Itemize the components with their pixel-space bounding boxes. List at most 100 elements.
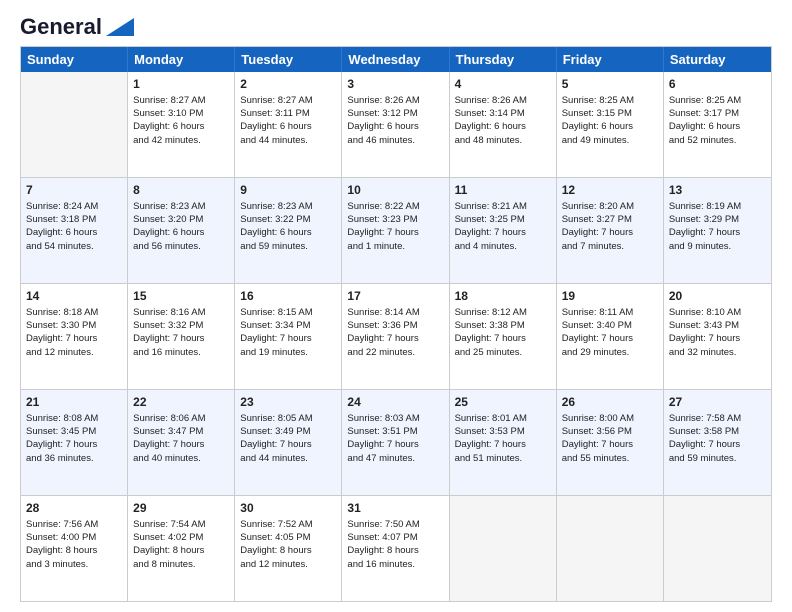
day-info-line: Sunrise: 8:25 AM [669, 94, 766, 107]
day-number: 15 [133, 288, 229, 305]
day-info-line: Daylight: 7 hours [347, 332, 443, 345]
day-info-line: Daylight: 6 hours [26, 226, 122, 239]
calendar-cell: 2Sunrise: 8:27 AMSunset: 3:11 PMDaylight… [235, 72, 342, 177]
weekday-header: Thursday [450, 47, 557, 72]
day-info-line: and 54 minutes. [26, 240, 122, 253]
day-info-line: and 4 minutes. [455, 240, 551, 253]
day-number: 29 [133, 500, 229, 517]
day-info-line: Sunset: 3:34 PM [240, 319, 336, 332]
day-info-line: Sunset: 4:00 PM [26, 531, 122, 544]
day-info-line: Sunrise: 8:26 AM [455, 94, 551, 107]
day-info-line: Daylight: 7 hours [669, 226, 766, 239]
day-info-line: and 42 minutes. [133, 134, 229, 147]
day-info-line: Daylight: 6 hours [669, 120, 766, 133]
calendar-cell: 29Sunrise: 7:54 AMSunset: 4:02 PMDayligh… [128, 496, 235, 601]
calendar-cell: 20Sunrise: 8:10 AMSunset: 3:43 PMDayligh… [664, 284, 771, 389]
day-info-line: Daylight: 8 hours [26, 544, 122, 557]
day-number: 18 [455, 288, 551, 305]
day-info-line: and 7 minutes. [562, 240, 658, 253]
day-info-line: Sunset: 3:27 PM [562, 213, 658, 226]
day-info-line: Sunset: 4:05 PM [240, 531, 336, 544]
calendar-cell: 3Sunrise: 8:26 AMSunset: 3:12 PMDaylight… [342, 72, 449, 177]
day-info-line: Sunset: 3:22 PM [240, 213, 336, 226]
day-info-line: Daylight: 7 hours [133, 332, 229, 345]
day-info-line: Sunset: 3:56 PM [562, 425, 658, 438]
day-number: 13 [669, 182, 766, 199]
day-info-line: Sunset: 3:15 PM [562, 107, 658, 120]
day-number: 3 [347, 76, 443, 93]
calendar-row: 21Sunrise: 8:08 AMSunset: 3:45 PMDayligh… [21, 390, 771, 496]
day-number: 23 [240, 394, 336, 411]
calendar-cell [21, 72, 128, 177]
day-info-line: and 12 minutes. [240, 558, 336, 571]
calendar-cell: 24Sunrise: 8:03 AMSunset: 3:51 PMDayligh… [342, 390, 449, 495]
header: General [20, 16, 772, 36]
day-info-line: Sunset: 3:45 PM [26, 425, 122, 438]
day-info-line: and 32 minutes. [669, 346, 766, 359]
day-info-line: Sunrise: 7:52 AM [240, 518, 336, 531]
day-info-line: Daylight: 7 hours [455, 332, 551, 345]
day-number: 28 [26, 500, 122, 517]
day-info-line: Daylight: 7 hours [133, 438, 229, 451]
day-info-line: Sunrise: 8:14 AM [347, 306, 443, 319]
calendar-cell: 31Sunrise: 7:50 AMSunset: 4:07 PMDayligh… [342, 496, 449, 601]
weekday-header: Sunday [21, 47, 128, 72]
calendar-row: 28Sunrise: 7:56 AMSunset: 4:00 PMDayligh… [21, 496, 771, 601]
day-info-line: Daylight: 8 hours [240, 544, 336, 557]
day-info-line: and 8 minutes. [133, 558, 229, 571]
day-info-line: and 36 minutes. [26, 452, 122, 465]
day-number: 4 [455, 76, 551, 93]
day-info-line: Sunset: 3:53 PM [455, 425, 551, 438]
day-info-line: Daylight: 7 hours [455, 438, 551, 451]
calendar-cell: 12Sunrise: 8:20 AMSunset: 3:27 PMDayligh… [557, 178, 664, 283]
day-number: 22 [133, 394, 229, 411]
calendar-cell: 11Sunrise: 8:21 AMSunset: 3:25 PMDayligh… [450, 178, 557, 283]
day-number: 30 [240, 500, 336, 517]
logo-text: General [20, 16, 102, 38]
day-info-line: Sunrise: 8:20 AM [562, 200, 658, 213]
day-number: 17 [347, 288, 443, 305]
day-info-line: Daylight: 6 hours [455, 120, 551, 133]
day-info-line: Sunrise: 8:25 AM [562, 94, 658, 107]
calendar-cell: 8Sunrise: 8:23 AMSunset: 3:20 PMDaylight… [128, 178, 235, 283]
day-info-line: Sunrise: 8:12 AM [455, 306, 551, 319]
weekday-header: Friday [557, 47, 664, 72]
day-info-line: Sunrise: 8:05 AM [240, 412, 336, 425]
day-number: 2 [240, 76, 336, 93]
day-number: 31 [347, 500, 443, 517]
calendar-cell [664, 496, 771, 601]
calendar-row: 7Sunrise: 8:24 AMSunset: 3:18 PMDaylight… [21, 178, 771, 284]
day-number: 14 [26, 288, 122, 305]
day-info-line: and 44 minutes. [240, 134, 336, 147]
calendar-cell: 7Sunrise: 8:24 AMSunset: 3:18 PMDaylight… [21, 178, 128, 283]
page: General SundayMondayTuesdayWednesdayThur… [0, 0, 792, 612]
day-info-line: Sunrise: 8:27 AM [133, 94, 229, 107]
day-info-line: and 56 minutes. [133, 240, 229, 253]
day-info-line: Daylight: 6 hours [133, 226, 229, 239]
calendar-cell [557, 496, 664, 601]
day-info-line: Sunset: 3:29 PM [669, 213, 766, 226]
day-info-line: Sunrise: 8:23 AM [133, 200, 229, 213]
day-info-line: Sunset: 3:36 PM [347, 319, 443, 332]
calendar-cell: 14Sunrise: 8:18 AMSunset: 3:30 PMDayligh… [21, 284, 128, 389]
weekday-header: Wednesday [342, 47, 449, 72]
day-number: 7 [26, 182, 122, 199]
day-info-line: and 59 minutes. [240, 240, 336, 253]
calendar-cell: 5Sunrise: 8:25 AMSunset: 3:15 PMDaylight… [557, 72, 664, 177]
day-info-line: Daylight: 8 hours [347, 544, 443, 557]
calendar-cell: 22Sunrise: 8:06 AMSunset: 3:47 PMDayligh… [128, 390, 235, 495]
day-info-line: Daylight: 7 hours [669, 438, 766, 451]
weekday-header: Saturday [664, 47, 771, 72]
day-info-line: and 44 minutes. [240, 452, 336, 465]
day-info-line: Daylight: 7 hours [26, 332, 122, 345]
day-info-line: Sunrise: 7:58 AM [669, 412, 766, 425]
day-number: 20 [669, 288, 766, 305]
day-number: 21 [26, 394, 122, 411]
day-info-line: Sunset: 3:58 PM [669, 425, 766, 438]
day-info-line: Sunset: 3:38 PM [455, 319, 551, 332]
day-info-line: and 3 minutes. [26, 558, 122, 571]
calendar-cell: 10Sunrise: 8:22 AMSunset: 3:23 PMDayligh… [342, 178, 449, 283]
day-info-line: Daylight: 7 hours [562, 226, 658, 239]
day-info-line: Daylight: 6 hours [133, 120, 229, 133]
day-info-line: and 19 minutes. [240, 346, 336, 359]
